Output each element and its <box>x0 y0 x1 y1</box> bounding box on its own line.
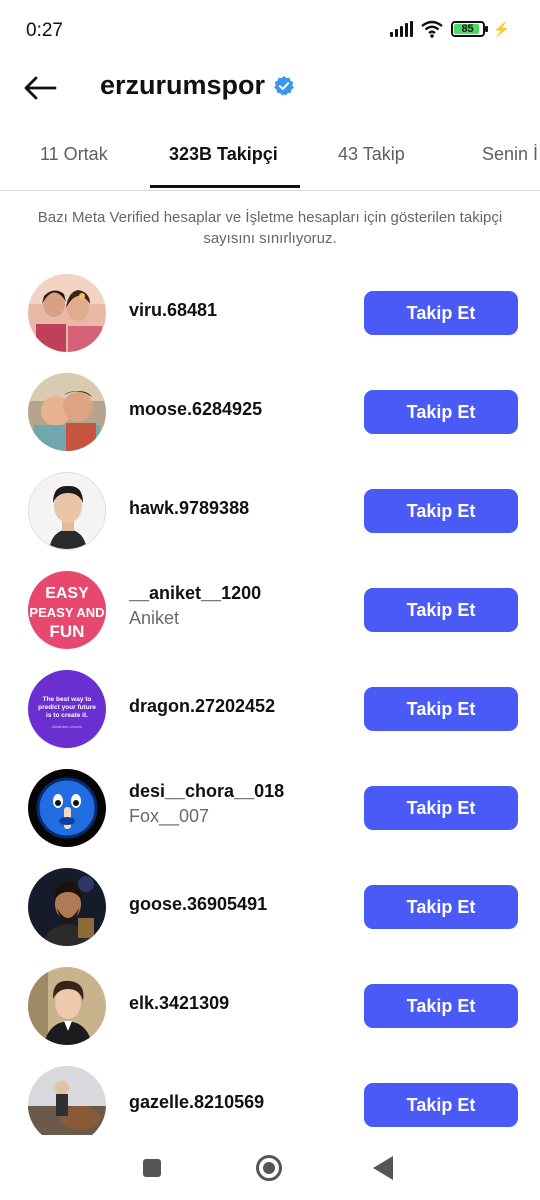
battery-level: 85 <box>461 23 474 35</box>
username[interactable]: goose.36905491 <box>129 894 267 915</box>
username[interactable]: dragon.27202452 <box>129 696 275 717</box>
active-tab-indicator <box>150 185 300 188</box>
avatar-text-line: EASY <box>45 585 89 602</box>
charging-icon: ⚡ <box>492 20 510 37</box>
tab-mutual[interactable]: 11 Ortak <box>40 144 108 165</box>
list-item[interactable]: EASY PEASY AND FUN __aniket__1200 Aniket… <box>0 565 540 664</box>
follow-button[interactable]: Takip Et <box>364 885 518 929</box>
follow-button[interactable]: Takip Et <box>364 786 518 830</box>
avatar[interactable] <box>28 769 106 847</box>
tab-following[interactable]: 43 Takip <box>338 144 405 165</box>
status-bar: 0:27 85 ⚡ <box>0 0 540 60</box>
title-wrap: erzurumspor <box>100 70 295 101</box>
follower-count-notice: Bazı Meta Verified hesaplar ve İşletme h… <box>37 209 503 247</box>
home-button[interactable] <box>256 1155 282 1181</box>
follow-button[interactable]: Takip Et <box>364 984 518 1028</box>
avatar-text-line: FUN <box>50 622 85 641</box>
status-time: 0:27 <box>26 20 63 41</box>
avatar[interactable] <box>28 373 106 451</box>
display-name: Fox__007 <box>129 806 210 826</box>
username[interactable]: __aniket__1200 <box>129 583 261 604</box>
avatar-text-line: predict your future <box>38 704 96 711</box>
avatar[interactable] <box>28 472 106 550</box>
username[interactable]: gazelle.8210569 <box>129 1092 264 1113</box>
follow-button[interactable]: Takip Et <box>364 588 518 632</box>
username[interactable]: desi__chora__018 <box>129 781 284 802</box>
follow-button[interactable]: Takip Et <box>364 291 518 335</box>
back-button[interactable] <box>18 66 62 110</box>
profile-header: erzurumspor <box>0 60 540 116</box>
username[interactable]: elk.3421309 <box>129 993 229 1014</box>
status-icons: 85 ⚡ <box>389 20 510 38</box>
avatar[interactable] <box>28 967 106 1045</box>
username[interactable]: viru.68481 <box>129 300 217 321</box>
avatar[interactable] <box>28 274 106 352</box>
avatar-text-line: The best way to <box>43 696 92 703</box>
avatar[interactable] <box>28 1066 106 1144</box>
system-back-button[interactable] <box>373 1156 393 1180</box>
battery-icon: 85 <box>450 21 488 37</box>
avatar[interactable] <box>28 868 106 946</box>
username[interactable]: hawk.9789388 <box>129 498 249 519</box>
verified-badge-icon <box>274 75 294 96</box>
follower-list: viru.68481 Takip Et moose.6284925 Takip … <box>0 268 540 1159</box>
list-item[interactable]: goose.36905491 Takip Et <box>0 862 540 961</box>
avatar[interactable]: The best way to predict your future is t… <box>28 670 106 748</box>
follow-button[interactable]: Takip Et <box>364 687 518 731</box>
tab-yours[interactable]: Senin İ <box>482 144 538 165</box>
signal-icon <box>389 21 413 37</box>
tab-followers[interactable]: 323B Takipçi <box>169 144 278 165</box>
wifi-icon <box>420 20 443 38</box>
follow-button[interactable]: Takip Et <box>364 1083 518 1127</box>
list-item[interactable]: hawk.9789388 Takip Et <box>0 466 540 565</box>
page-title: erzurumspor <box>100 70 266 100</box>
avatar-text-line: is to create it. <box>46 712 88 719</box>
follow-tabs: 11 Ortak 323B Takipçi 43 Takip Senin İ <box>0 128 540 191</box>
recent-apps-button[interactable] <box>143 1159 161 1177</box>
username[interactable]: moose.6284925 <box>129 399 262 420</box>
follow-button[interactable]: Takip Et <box>364 390 518 434</box>
avatar-text-line: Abraham Lincoln <box>52 724 82 729</box>
follow-button[interactable]: Takip Et <box>364 489 518 533</box>
list-item[interactable]: elk.3421309 Takip Et <box>0 961 540 1060</box>
list-item[interactable]: viru.68481 Takip Et <box>0 268 540 367</box>
arrow-left-icon <box>24 76 57 100</box>
avatar[interactable]: EASY PEASY AND FUN <box>28 571 106 649</box>
avatar-text-line: PEASY AND <box>29 605 104 620</box>
list-item[interactable]: moose.6284925 Takip Et <box>0 367 540 466</box>
display-name: Aniket <box>129 608 180 628</box>
list-item[interactable]: desi__chora__018 Fox__007 Takip Et <box>0 763 540 862</box>
system-navigation-bar <box>0 1135 540 1200</box>
list-item[interactable]: The best way to predict your future is t… <box>0 664 540 763</box>
